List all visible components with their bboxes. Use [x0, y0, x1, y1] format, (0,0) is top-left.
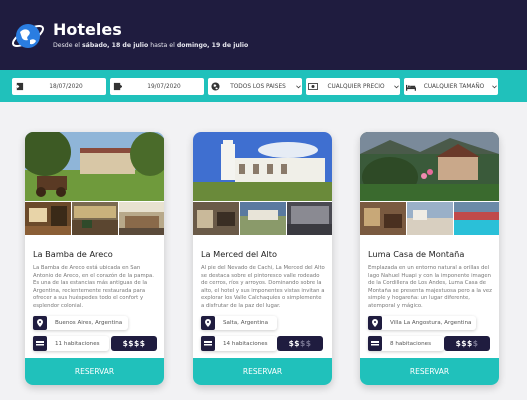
money-icon: [306, 78, 320, 95]
price-badge: $$$$: [111, 336, 157, 351]
hotel-name: La Merced del Alto: [201, 249, 278, 259]
hotel-card: Luma Casa de Montaña Emplazada en un ent…: [360, 132, 499, 385]
hotel-thumbnail: [454, 202, 499, 235]
hotel-thumbnail: [119, 202, 164, 235]
size-value: CUALQUIER TAMAÑO: [423, 83, 485, 90]
rooms-text: 8 habitaciones: [390, 340, 431, 347]
reserve-button[interactable]: RESERVAR: [193, 358, 332, 385]
hotel-description: Al pie del Nevado de Cachi, La Merced de…: [201, 265, 325, 309]
hotel-description: La Bamba de Areco está ubicada en San An…: [33, 265, 154, 309]
globe-icon: [208, 78, 222, 95]
size-icon: [368, 336, 382, 351]
date-to-filter[interactable]: 19/07/2020: [110, 78, 204, 95]
date-from-filter[interactable]: 18/07/2020: [12, 78, 106, 95]
hotel-thumbnail: [240, 202, 286, 235]
location-pill: Buenos Aires, Argentina: [33, 316, 128, 330]
size-icon: [33, 336, 47, 351]
chevron-down-icon: [294, 78, 302, 95]
date-from-value: 18/07/2020: [49, 83, 83, 90]
location-text: Salta, Argentina: [223, 320, 268, 326]
country-select[interactable]: TODOS LOS PAISES: [208, 78, 302, 95]
location-pin-icon: [201, 316, 215, 330]
rooms-text: 14 habitaciones: [223, 340, 268, 347]
reserve-button[interactable]: RESERVAR: [360, 358, 499, 385]
hotel-thumbnail: [360, 202, 406, 235]
hotel-main-photo: [360, 132, 499, 201]
chevron-down-icon: [392, 78, 400, 95]
date-range-subtitle: Desde el sábado, 18 de julio hasta el do…: [53, 42, 249, 49]
hotel-name: Luma Casa de Montaña: [368, 249, 465, 259]
hotel-thumbnail: [25, 202, 71, 235]
hotel-name: La Bamba de Areco: [33, 249, 113, 259]
location-pin-icon: [33, 316, 47, 330]
rooms-pill: 14 habitaciones: [201, 336, 277, 351]
bed-icon: [404, 78, 418, 95]
location-pin-icon: [368, 316, 382, 330]
size-select[interactable]: CUALQUIER TAMAÑO: [404, 78, 498, 95]
hotel-thumbnail: [72, 202, 118, 235]
price-badge: $$$$: [444, 336, 490, 351]
calendar-in-icon: [12, 78, 26, 95]
filter-bar: 18/07/2020 19/07/2020 TODOS LOS PAISES C…: [0, 70, 527, 102]
hotel-description: Emplazada en un entorno natural a orilla…: [368, 265, 492, 309]
price-select[interactable]: CUALQUIER PRECIO: [306, 78, 400, 95]
price-value: CUALQUIER PRECIO: [327, 83, 385, 90]
hotel-card: La Bamba de Areco La Bamba de Areco está…: [25, 132, 164, 385]
hotel-thumbnail: [193, 202, 239, 235]
calendar-out-icon: [110, 78, 124, 95]
size-icon: [201, 336, 215, 351]
hotel-thumbnail: [407, 202, 453, 235]
rooms-pill: 11 habitaciones: [33, 336, 109, 351]
page-title: Hoteles: [53, 20, 122, 39]
hotel-card: La Merced del Alto Al pie del Nevado de …: [193, 132, 332, 385]
price-badge: $$$$: [277, 336, 323, 351]
app-header: Hoteles Desde el sábado, 18 de julio has…: [0, 0, 527, 70]
location-pill: Villa La Angostura, Argentina: [368, 316, 476, 330]
country-value: TODOS LOS PAISES: [230, 83, 286, 90]
location-text: Buenos Aires, Argentina: [55, 320, 123, 326]
globe-hotel-logo: [11, 24, 45, 48]
location-text: Villa La Angostura, Argentina: [390, 320, 472, 326]
reserve-button[interactable]: RESERVAR: [25, 358, 164, 385]
chevron-down-icon: [490, 78, 498, 95]
hotel-main-photo: [193, 132, 332, 201]
rooms-text: 11 habitaciones: [55, 340, 100, 347]
rooms-pill: 8 habitaciones: [368, 336, 444, 351]
hotel-main-photo: [25, 132, 164, 201]
hotel-thumbnail: [287, 202, 332, 235]
date-to-value: 19/07/2020: [147, 83, 181, 90]
location-pill: Salta, Argentina: [201, 316, 277, 330]
